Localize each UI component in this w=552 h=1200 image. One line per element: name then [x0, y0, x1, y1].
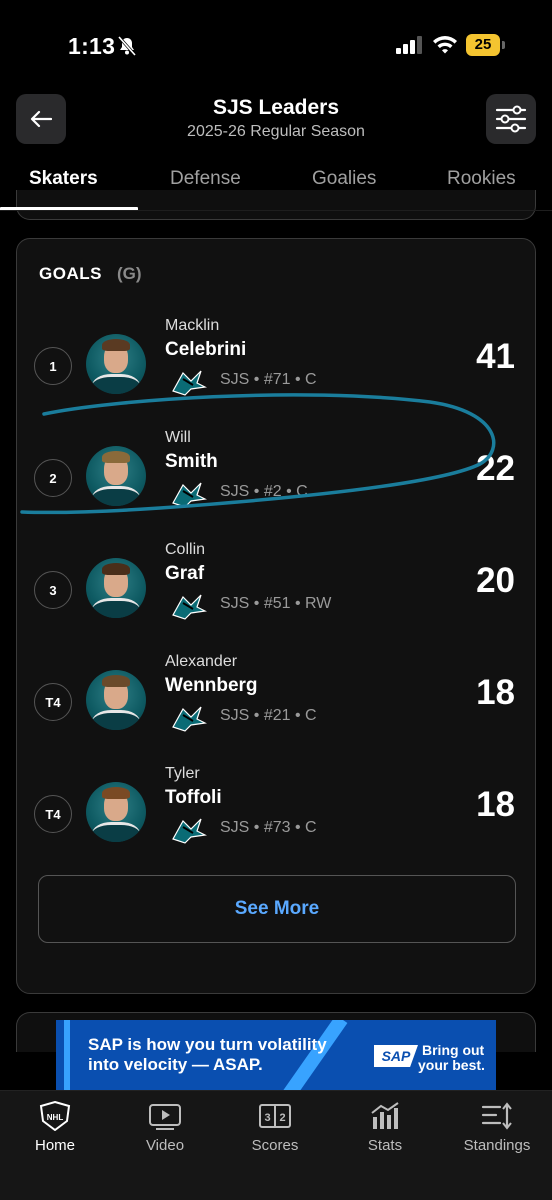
player-last-name: Celebrini	[165, 339, 247, 360]
ad-tagline-line2: your best.	[418, 1057, 485, 1073]
see-more-button[interactable]: See More	[38, 875, 516, 943]
tab-rookies[interactable]: Rookies	[447, 168, 516, 190]
card-title: GOALS	[39, 264, 102, 283]
tab-goalies[interactable]: Goalies	[312, 168, 376, 190]
ad-headline-line1: SAP is how you turn volatility	[88, 1035, 327, 1054]
standings-sort-icon	[481, 1102, 512, 1130]
status-time: 1:13	[68, 33, 116, 59]
video-play-icon	[149, 1104, 181, 1130]
player-headshot	[86, 334, 146, 394]
bottom-navigation: NHL Home Video 3 2 Scores Stats Standing…	[0, 1090, 552, 1200]
player-first-name: Alexander	[165, 653, 238, 670]
player-last-name: Toffoli	[165, 787, 222, 808]
silent-bell-icon	[117, 36, 137, 56]
rank-badge: T4	[34, 683, 72, 721]
battery-level: 25	[466, 34, 500, 56]
svg-text:2: 2	[279, 1112, 285, 1124]
nav-label: Standings	[463, 1137, 531, 1154]
player-last-name: Wennberg	[165, 675, 258, 696]
tab-divider	[0, 210, 552, 211]
stat-value: 18	[476, 785, 515, 824]
ad-tagline-line1: Bring out	[422, 1042, 485, 1058]
leader-row[interactable]: 1 Macklin Celebrini SJS • #71 • C 41	[17, 309, 537, 409]
player-first-name: Collin	[165, 541, 206, 558]
tab-skaters[interactable]: Skaters	[29, 168, 98, 190]
rank-badge: T4	[34, 795, 72, 833]
nav-standings[interactable]: Standings	[442, 1101, 552, 1161]
sharks-logo-icon	[172, 594, 207, 620]
battery-icon: 25	[466, 34, 506, 56]
player-headshot	[86, 670, 146, 730]
leader-row[interactable]: 2 Will Smith SJS • #2 • C 22	[17, 421, 537, 521]
battery-tip	[502, 41, 505, 49]
sharks-logo-icon	[172, 370, 207, 396]
status-bar: 1:13 25	[0, 0, 552, 90]
wifi-icon	[433, 36, 457, 54]
bar-chart-icon	[371, 1102, 399, 1129]
tab-defense[interactable]: Defense	[170, 168, 241, 190]
player-last-name: Smith	[165, 451, 218, 472]
stat-value: 41	[476, 337, 515, 376]
scoreboard-icon: 3 2	[259, 1104, 291, 1128]
player-first-name: Will	[165, 429, 191, 446]
ad-accent-stripe	[278, 1020, 348, 1090]
goals-leaders-card: GOALS (G) 1 Macklin Celebrini SJS • #71 …	[16, 238, 536, 994]
leader-row[interactable]: 3 Collin Graf SJS • #51 • RW 20	[17, 533, 537, 633]
nav-home[interactable]: NHL Home	[0, 1101, 110, 1161]
player-meta: SJS • #2 • C	[220, 483, 308, 500]
player-first-name: Macklin	[165, 317, 220, 334]
leader-row[interactable]: T4 Tyler Toffoli SJS • #73 • C 18	[17, 757, 537, 857]
stat-value: 22	[476, 449, 515, 488]
stat-value: 20	[476, 561, 515, 600]
player-headshot	[86, 558, 146, 618]
ad-headline-line2: into velocity — ASAP.	[88, 1055, 263, 1074]
rank-badge: 3	[34, 571, 72, 609]
sharks-logo-icon	[172, 818, 207, 844]
sharks-logo-icon	[172, 482, 207, 508]
sap-logo: SAP	[374, 1045, 418, 1067]
stat-value: 18	[476, 673, 515, 712]
nav-stats[interactable]: Stats	[330, 1101, 440, 1161]
player-first-name: Tyler	[165, 765, 200, 782]
player-headshot	[86, 446, 146, 506]
rank-badge: 1	[34, 347, 72, 385]
cellular-signal-icon	[396, 36, 422, 54]
ad-accent-stripe	[64, 1020, 70, 1090]
ad-banner[interactable]: SAP is how you turn volatility into velo…	[56, 1020, 496, 1090]
leader-row[interactable]: T4 Alexander Wennberg SJS • #21 • C 18	[17, 645, 537, 745]
category-tabs: Skaters Defense Goalies Rookies	[0, 160, 552, 212]
sliders-icon	[495, 105, 527, 133]
player-last-name: Graf	[165, 563, 205, 584]
card-stat-abbr: (G)	[117, 264, 142, 283]
nav-label: Stats	[367, 1137, 403, 1154]
filter-button[interactable]	[486, 94, 536, 144]
svg-text:NHL: NHL	[47, 1113, 64, 1122]
rank-badge: 2	[34, 459, 72, 497]
nav-label: Home	[34, 1137, 75, 1154]
svg-text:3: 3	[264, 1112, 270, 1124]
player-meta: SJS • #73 • C	[220, 819, 317, 836]
page-subtitle: 2025-26 Regular Season	[187, 123, 365, 140]
player-meta: SJS • #21 • C	[220, 707, 317, 724]
nav-label: Video	[145, 1137, 185, 1154]
nav-video[interactable]: Video	[110, 1101, 220, 1161]
player-headshot	[86, 782, 146, 842]
player-meta: SJS • #51 • RW	[220, 595, 332, 612]
page-title: SJS Leaders	[212, 96, 340, 119]
nhl-shield-icon: NHL	[39, 1101, 71, 1131]
nav-scores[interactable]: 3 2 Scores	[220, 1101, 330, 1161]
player-meta: SJS • #71 • C	[220, 371, 317, 388]
nav-label: Scores	[251, 1137, 299, 1154]
sharks-logo-icon	[172, 706, 207, 732]
